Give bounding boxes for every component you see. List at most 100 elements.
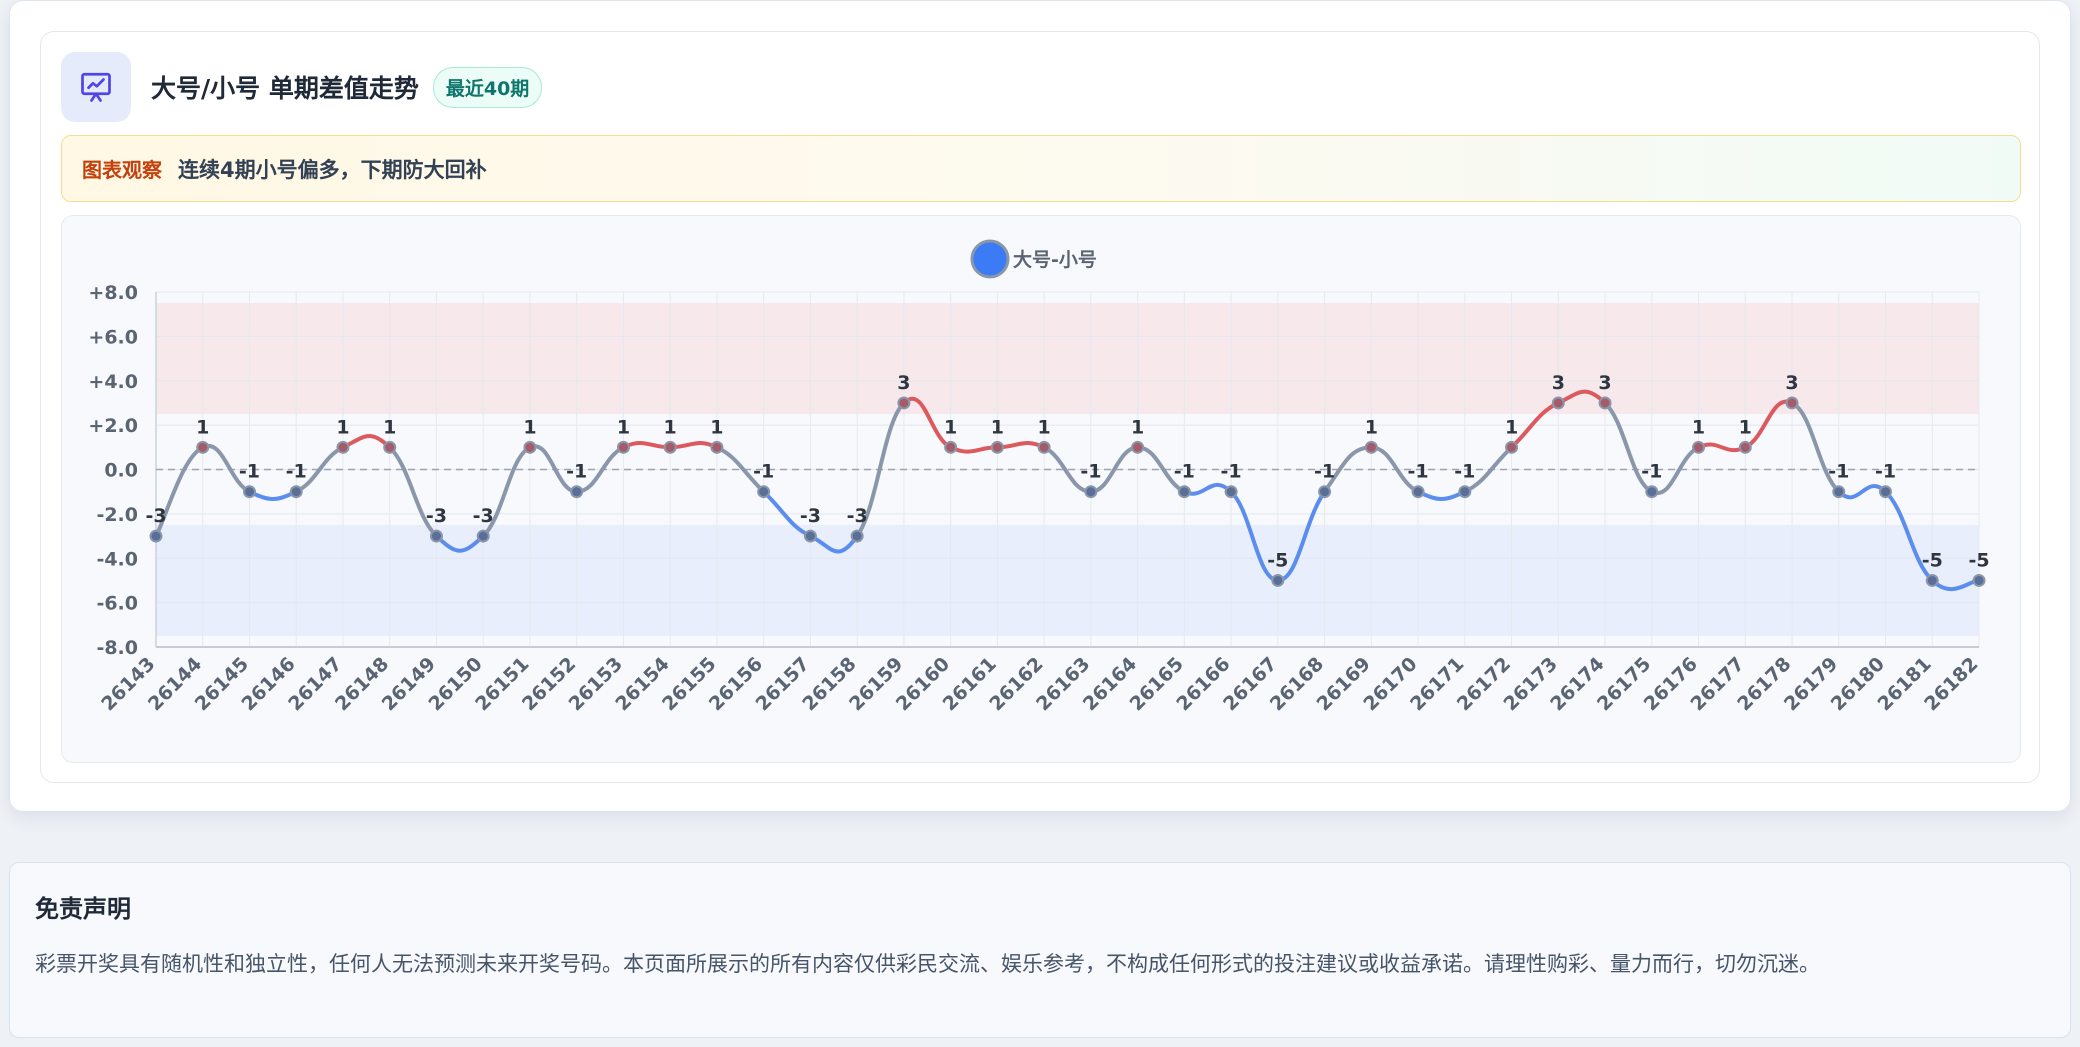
data-point xyxy=(1224,485,1238,499)
data-point xyxy=(196,440,210,454)
data-label: 3 xyxy=(1785,372,1798,394)
data-label: -1 xyxy=(1641,461,1662,483)
data-label: -3 xyxy=(426,505,447,527)
y-tick-label: -4.0 xyxy=(96,548,138,570)
data-point xyxy=(1131,440,1145,454)
series-line-segment xyxy=(621,441,673,450)
data-label: -3 xyxy=(847,505,868,527)
insight-tag: 图表观察 xyxy=(82,158,162,182)
series-line-segment xyxy=(1696,442,1748,453)
chart-area: +8.0 +6.0 +4.0 +2.0 0.0 -2.0 -4.0 -6.0 -8.0 26143… xyxy=(61,215,2021,763)
series-line-segment xyxy=(1182,482,1234,496)
data-label: -1 xyxy=(1221,461,1242,483)
data-point xyxy=(1832,485,1846,499)
data-label: -5 xyxy=(1267,549,1288,571)
data-point xyxy=(850,529,864,543)
data-label: 1 xyxy=(196,416,209,438)
series-line-segment xyxy=(1836,484,1888,500)
y-tick-label: -6.0 xyxy=(96,593,138,615)
legend-marker xyxy=(970,239,1010,279)
data-point xyxy=(1411,485,1425,499)
data-point xyxy=(1505,440,1519,454)
data-point xyxy=(757,485,771,499)
data-point xyxy=(1879,485,1893,499)
data-label: 1 xyxy=(1365,416,1378,438)
data-label: -1 xyxy=(1408,461,1429,483)
data-label: 1 xyxy=(1038,416,1051,438)
chart-panel: 大号/小号 单期差值走势 最近40期 图表观察 连续4期小号偏多，下期防大回补 … xyxy=(40,31,2040,783)
data-label: -1 xyxy=(286,461,307,483)
data-label: 1 xyxy=(991,416,1004,438)
data-label: 1 xyxy=(1739,416,1752,438)
insight-banner: 图表观察 连续4期小号偏多，下期防大回补 xyxy=(61,135,2021,202)
y-tick-label: -2.0 xyxy=(96,504,138,526)
data-point xyxy=(663,440,677,454)
data-label: 1 xyxy=(336,416,349,438)
series-line-segment xyxy=(668,441,719,450)
y-tick-label: +8.0 xyxy=(88,282,138,304)
data-label: -3 xyxy=(473,505,494,527)
data-point xyxy=(710,440,724,454)
data-point xyxy=(1037,440,1051,454)
disclaimer-title: 免责声明 xyxy=(35,895,131,923)
data-point xyxy=(1692,440,1706,454)
data-point xyxy=(149,529,163,543)
data-label: 3 xyxy=(897,372,910,394)
data-label: 1 xyxy=(383,416,396,438)
data-point xyxy=(1972,573,1986,587)
data-label: -1 xyxy=(1828,461,1849,483)
data-label: 1 xyxy=(944,416,957,438)
data-point xyxy=(1364,440,1378,454)
data-label: 3 xyxy=(1598,372,1611,394)
data-point xyxy=(1084,485,1098,499)
data-point xyxy=(1645,485,1659,499)
data-point xyxy=(570,485,584,499)
data-point xyxy=(1738,440,1752,454)
data-point xyxy=(383,440,397,454)
data-point xyxy=(429,529,443,543)
data-point xyxy=(1177,485,1191,499)
data-label: 1 xyxy=(1692,416,1705,438)
chart-header: 大号/小号 单期差值走势 最近40期 xyxy=(61,52,543,122)
disclaimer-box: 免责声明 彩票开奖具有随机性和独立性，任何人无法预测未来开奖号码。本页面所展示的… xyxy=(9,862,2071,1038)
series-line-segment xyxy=(1416,489,1467,502)
chart-title: 大号/小号 单期差值走势 xyxy=(151,74,419,103)
y-tick-label: -8.0 xyxy=(96,637,138,659)
data-label: -5 xyxy=(1922,549,1943,571)
data-label: -1 xyxy=(1454,461,1475,483)
data-label: -1 xyxy=(1875,461,1896,483)
data-label: -1 xyxy=(1080,461,1101,483)
threshold-band-1 xyxy=(156,524,1979,636)
threshold-band-0 xyxy=(156,303,1979,415)
y-tick-label: +2.0 xyxy=(88,415,138,437)
presentation-chart-icon xyxy=(61,52,131,122)
y-tick-label: 0.0 xyxy=(104,460,138,482)
period-badge: 最近40期 xyxy=(432,66,543,108)
data-point xyxy=(1271,573,1285,587)
data-label: 1 xyxy=(710,416,723,438)
data-point xyxy=(803,529,817,543)
data-label: 1 xyxy=(1131,416,1144,438)
data-label: -3 xyxy=(800,505,821,527)
data-label: 3 xyxy=(1552,372,1565,394)
y-tick-label: +6.0 xyxy=(88,326,138,348)
disclaimer-text: 彩票开奖具有随机性和独立性，任何人无法预测未来开奖号码。本页面所展示的所有内容仅… xyxy=(35,952,1820,976)
series-line-segment xyxy=(948,445,1000,454)
data-point xyxy=(1925,573,1939,587)
legend-label: 大号-小号 xyxy=(1013,248,1097,271)
data-point xyxy=(523,440,537,454)
data-point xyxy=(990,440,1004,454)
insight-text: 连续4期小号偏多，下期防大回补 xyxy=(178,157,487,182)
data-point xyxy=(336,440,350,454)
data-point xyxy=(1458,485,1472,499)
data-label: -5 xyxy=(1968,549,1989,571)
data-label: -1 xyxy=(1314,461,1335,483)
data-point xyxy=(897,396,911,410)
data-label: -1 xyxy=(239,461,260,483)
chart-legend: 大号-小号 xyxy=(970,239,1097,279)
data-label: -3 xyxy=(145,505,166,527)
data-point xyxy=(1785,396,1799,410)
data-point xyxy=(1551,396,1565,410)
data-point xyxy=(616,440,630,454)
y-tick-label: +4.0 xyxy=(88,371,138,393)
